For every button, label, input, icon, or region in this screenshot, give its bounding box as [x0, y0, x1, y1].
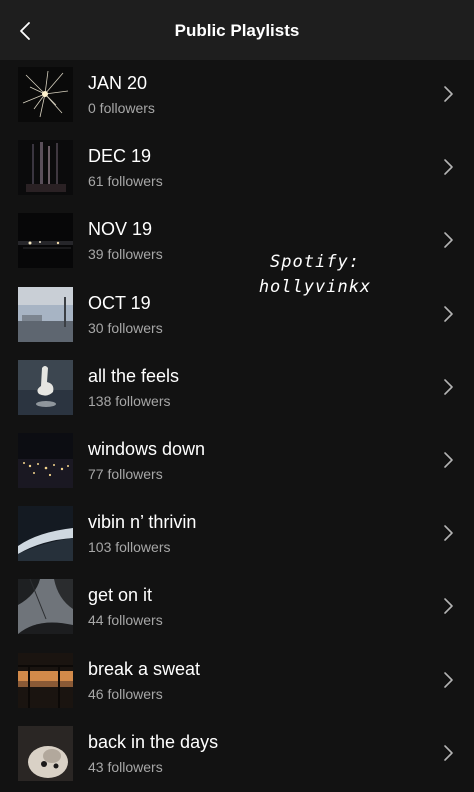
playlist-row-get-on-it[interactable]: get on it 44 followers: [0, 572, 474, 645]
playlist-title: OCT 19: [88, 292, 151, 313]
playlist-title: back in the days: [88, 731, 219, 752]
playlist-row-vibin-n-thrivin[interactable]: vibin n’ thrivin 103 followers: [0, 499, 474, 572]
playlist-row-all-the-feels[interactable]: all the feels 138 followers: [0, 353, 474, 426]
playlist-cover-image: [18, 506, 73, 562]
chevron-right-icon[interactable]: [442, 230, 456, 250]
playlist-row-dec-19[interactable]: DEC 19 61 followers: [0, 133, 474, 206]
playlist-followers: 30 followers: [88, 319, 163, 336]
playlist-followers: 43 followers: [88, 758, 163, 775]
playlist-title: break a sweat: [88, 658, 201, 679]
playlist-title: windows down: [88, 438, 206, 459]
top-bar: Public Playlists: [0, 0, 474, 60]
playlist-followers: 103 followers: [88, 539, 171, 556]
chevron-right-icon[interactable]: [442, 450, 456, 470]
chevron-right-icon[interactable]: [442, 596, 456, 616]
playlist-list: JAN 20 0 followers DEC 19 61 followers N…: [0, 60, 474, 792]
page-title: Public Playlists: [174, 21, 300, 40]
chevron-right-icon[interactable]: [442, 743, 456, 763]
playlist-followers: 77 followers: [88, 465, 163, 482]
chevron-right-icon[interactable]: [442, 523, 456, 543]
playlist-cover-image: [18, 286, 73, 342]
playlist-row-oct-19[interactable]: OCT 19 30 followers: [0, 280, 474, 353]
playlist-cover-image: [18, 725, 73, 781]
playlist-followers: 39 followers: [88, 246, 163, 263]
playlist-title: JAN 20: [88, 73, 148, 93]
playlist-cover-image: [18, 67, 73, 122]
playlist-cover-image: [18, 579, 73, 635]
playlist-cover-image: [18, 432, 73, 488]
playlist-cover-image: [18, 652, 73, 708]
playlist-followers: 61 followers: [88, 173, 163, 190]
playlist-followers: 46 followers: [88, 685, 163, 702]
playlist-row-break-a-sweat[interactable]: break a sweat 46 followers: [0, 646, 474, 719]
playlist-row-jan-20[interactable]: JAN 20 0 followers: [0, 60, 474, 133]
chevron-right-icon[interactable]: [442, 377, 456, 397]
playlist-followers: 0 followers: [88, 100, 155, 116]
playlist-cover-image: [18, 213, 73, 269]
playlist-row-windows-down[interactable]: windows down 77 followers: [0, 426, 474, 499]
playlist-followers: 44 followers: [88, 612, 163, 629]
playlist-title: DEC 19: [88, 146, 152, 167]
playlist-cover-image: [18, 140, 73, 196]
playlist-followers: 138 followers: [88, 392, 171, 409]
playlist-cover-image: [18, 359, 73, 415]
playlist-title: NOV 19: [88, 219, 153, 240]
chevron-right-icon[interactable]: [442, 670, 456, 690]
chevron-right-icon[interactable]: [442, 157, 456, 177]
playlist-title: vibin n’ thrivin: [88, 512, 197, 533]
playlist-title: get on it: [88, 585, 153, 606]
playlist-row-back-in-the-days[interactable]: back in the days 43 followers: [0, 719, 474, 792]
chevron-right-icon[interactable]: [442, 304, 456, 324]
chevron-right-icon[interactable]: [442, 84, 456, 104]
playlist-title: all the feels: [88, 365, 180, 386]
playlist-row-nov-19[interactable]: NOV 19 39 followers: [0, 206, 474, 279]
